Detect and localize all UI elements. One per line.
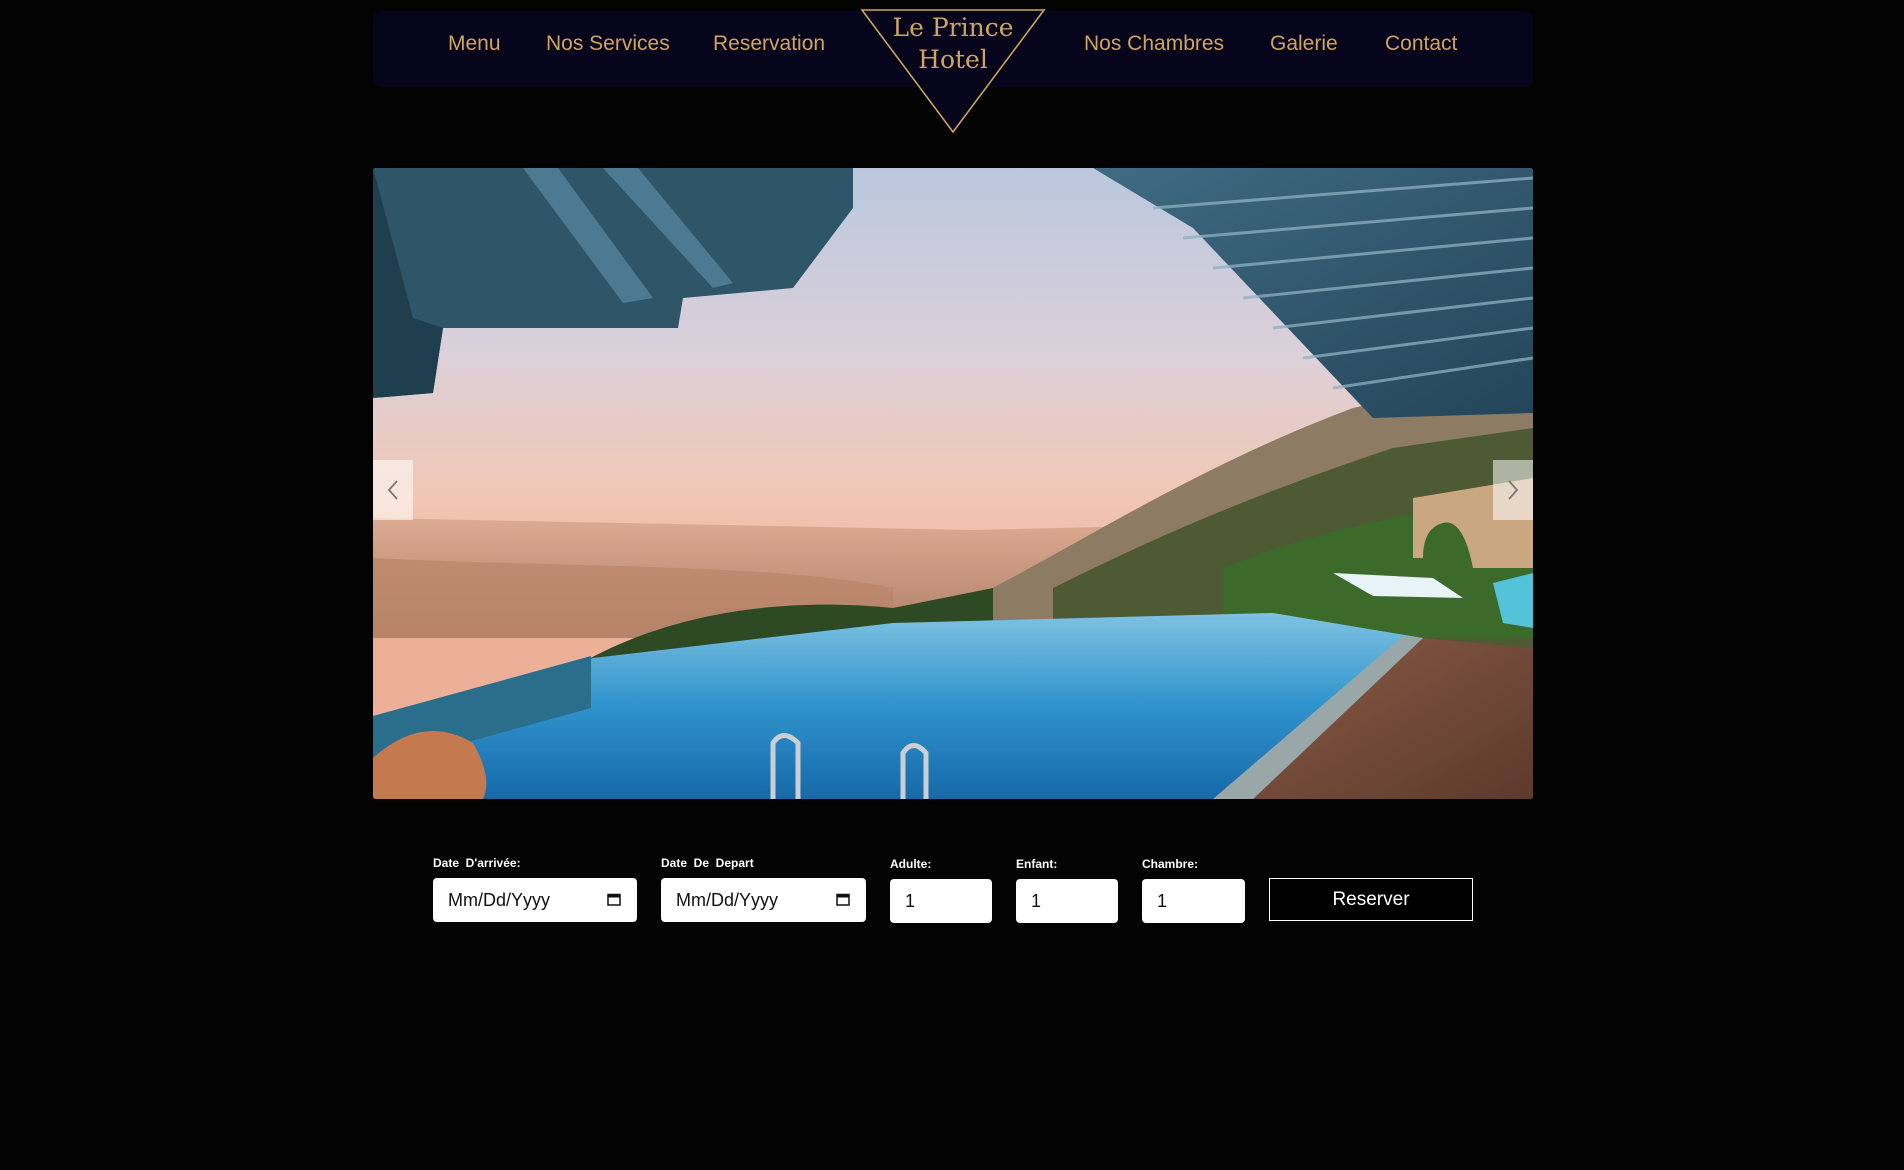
arrival-date-value: Mm/Dd/Yyyy (448, 890, 551, 910)
departure-date-input[interactable]: Mm/Dd/Yyyy (661, 878, 866, 922)
nav-link-services[interactable]: Nos Services (546, 11, 670, 77)
logo-text-line2: Hotel (918, 45, 988, 74)
reserve-button[interactable]: Reserver (1269, 878, 1473, 921)
children-label: Enfant: (1016, 857, 1058, 871)
hero-image (373, 168, 1533, 799)
nav-link-menu[interactable]: Menu (448, 11, 501, 77)
nav-link-contact[interactable]: Contact (1385, 11, 1457, 77)
departure-date-value: Mm/Dd/Yyyy (676, 890, 779, 910)
nav-link-rooms[interactable]: Nos Chambres (1084, 11, 1224, 77)
nav-link-gallery[interactable]: Galerie (1270, 11, 1338, 77)
hero-carousel (373, 168, 1533, 799)
rooms-label: Chambre: (1142, 857, 1199, 871)
rooms-input[interactable]: 1 (1142, 879, 1245, 923)
calendar-icon[interactable] (607, 892, 621, 906)
chevron-left-icon (387, 480, 398, 500)
rooms-value: 1 (1157, 891, 1168, 911)
logo-text-line1: Le Prince (892, 13, 1014, 42)
nav-link-reservation[interactable]: Reservation (713, 11, 825, 77)
adults-input[interactable]: 1 (890, 879, 992, 923)
adults-value: 1 (905, 891, 916, 911)
children-value: 1 (1031, 891, 1042, 911)
carousel-next-button[interactable] (1493, 460, 1533, 520)
adults-label: Adulte: (890, 857, 932, 871)
calendar-icon[interactable] (836, 892, 850, 906)
carousel-prev-button[interactable] (373, 460, 413, 520)
arrival-date-input[interactable]: Mm/Dd/Yyyy (433, 878, 637, 922)
hotel-logo[interactable]: Le Prince Hotel (860, 8, 1046, 136)
chevron-right-icon (1508, 480, 1519, 500)
children-input[interactable]: 1 (1016, 879, 1118, 923)
arrival-date-label: Date D'arrivée: (433, 856, 521, 870)
departure-date-label: Date De Depart (661, 856, 754, 870)
